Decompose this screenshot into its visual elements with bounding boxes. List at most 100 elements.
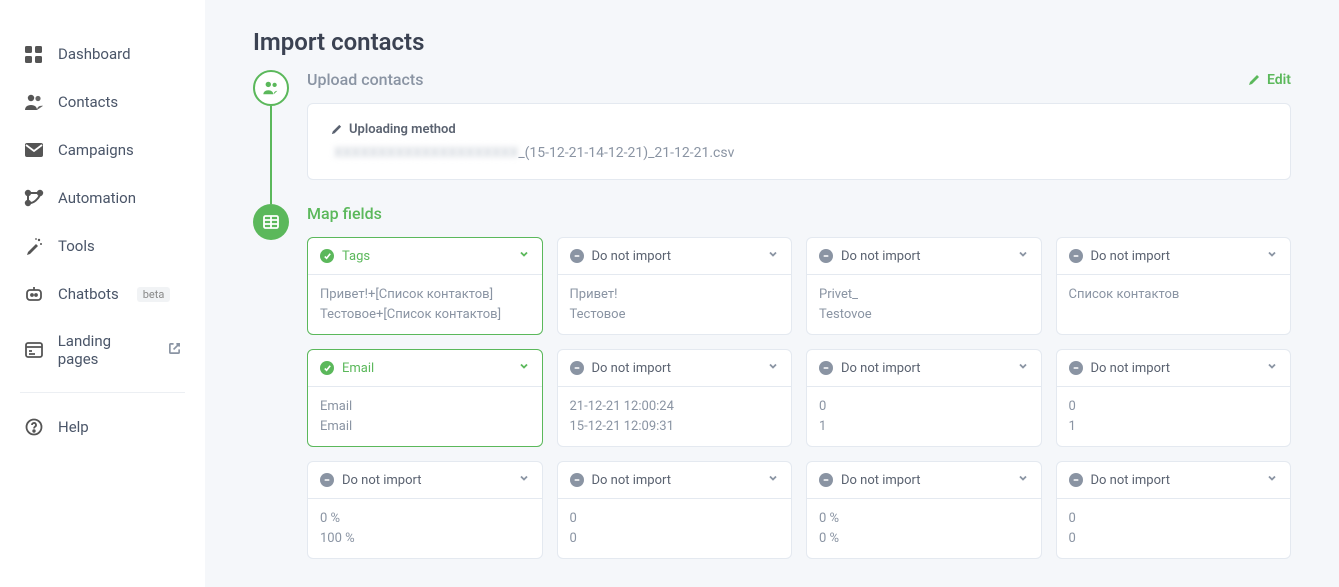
contacts-icon bbox=[24, 92, 44, 112]
field-column: Do not import 01 bbox=[806, 349, 1042, 447]
sidebar: Dashboard Contacts Campaigns Automation … bbox=[0, 0, 205, 587]
field-column: Do not import Privet_Testovoe bbox=[806, 237, 1042, 335]
sidebar-item-label: Dashboard bbox=[58, 45, 131, 63]
sidebar-item-dashboard[interactable]: Dashboard bbox=[0, 30, 205, 78]
field-column: Do not import 0 %0 % bbox=[806, 461, 1042, 559]
sidebar-item-campaigns[interactable]: Campaigns bbox=[0, 126, 205, 174]
chevron-down-icon bbox=[518, 472, 530, 488]
sidebar-separator bbox=[20, 392, 185, 393]
field-mapping-label: Do not import bbox=[841, 249, 921, 264]
main-content: Import contacts Upload contacts Edit Upl… bbox=[205, 0, 1339, 587]
chevron-down-icon bbox=[518, 360, 530, 376]
chevron-down-icon bbox=[1017, 360, 1029, 376]
chevron-down-icon bbox=[767, 248, 779, 264]
tools-icon bbox=[24, 236, 44, 256]
field-preview: 00 bbox=[558, 499, 792, 558]
chevron-down-icon bbox=[1266, 472, 1278, 488]
field-mapping-select[interactable]: Do not import bbox=[807, 350, 1041, 387]
sidebar-item-label: Tools bbox=[58, 237, 95, 255]
field-mapping-select[interactable]: Do not import bbox=[807, 238, 1041, 275]
do-not-import-icon bbox=[570, 473, 584, 487]
field-column: Do not import00 bbox=[1056, 461, 1292, 559]
field-preview: 21-12-21 12:00:2415-12-21 12:09:31 bbox=[558, 387, 792, 446]
field-column: Do not import 0 %100 % bbox=[307, 461, 543, 559]
chevron-down-icon bbox=[1266, 360, 1278, 376]
sidebar-item-landing-pages[interactable]: Landing pages bbox=[0, 318, 205, 382]
sidebar-item-tools[interactable]: Tools bbox=[0, 222, 205, 270]
chatbots-icon bbox=[24, 284, 44, 304]
step-map-indicator bbox=[253, 204, 289, 240]
sidebar-item-label: Landing pages bbox=[58, 332, 154, 368]
check-icon bbox=[320, 361, 334, 375]
do-not-import-icon bbox=[1069, 361, 1083, 375]
do-not-import-icon bbox=[819, 361, 833, 375]
field-mapping-label: Do not import bbox=[592, 473, 672, 488]
chevron-down-icon bbox=[1017, 248, 1029, 264]
field-mapping-select[interactable]: Tags bbox=[308, 238, 542, 275]
step-upload-indicator bbox=[253, 70, 289, 106]
do-not-import-icon bbox=[1069, 249, 1083, 263]
pencil-icon bbox=[330, 123, 343, 136]
edit-upload-button[interactable]: Edit bbox=[1247, 72, 1291, 88]
do-not-import-icon bbox=[819, 473, 833, 487]
field-mapping-select[interactable]: Do not import bbox=[1057, 238, 1291, 275]
field-column: EmailEmailEmail bbox=[307, 349, 543, 447]
sidebar-item-automation[interactable]: Automation bbox=[0, 174, 205, 222]
field-column: TagsПривет!+[Список контактов]Тестовое+[… bbox=[307, 237, 543, 335]
field-mapping-label: Do not import bbox=[841, 473, 921, 488]
pencil-icon bbox=[1247, 73, 1261, 87]
map-fields-grid: TagsПривет!+[Список контактов]Тестовое+[… bbox=[307, 237, 1291, 559]
import-flow: Upload contacts Edit Uploading method XX… bbox=[253, 70, 1291, 559]
uploading-method-label: Uploading method bbox=[330, 122, 1268, 137]
do-not-import-icon bbox=[570, 249, 584, 263]
edit-label: Edit bbox=[1267, 72, 1291, 88]
field-preview: Privet_Testovoe bbox=[807, 275, 1041, 334]
chevron-down-icon bbox=[518, 248, 530, 264]
field-mapping-label: Do not import bbox=[841, 361, 921, 376]
sidebar-item-label: Contacts bbox=[58, 93, 118, 111]
do-not-import-icon bbox=[320, 473, 334, 487]
upload-method-box: Uploading method XXXXXXXXXXXXXXXXXXXXX_(… bbox=[307, 103, 1291, 180]
sidebar-item-label: Help bbox=[58, 418, 89, 436]
check-icon bbox=[320, 249, 334, 263]
dashboard-icon bbox=[24, 44, 44, 64]
chevron-down-icon bbox=[1017, 472, 1029, 488]
field-preview: 01 bbox=[807, 387, 1041, 446]
automation-icon bbox=[24, 188, 44, 208]
table-icon bbox=[262, 213, 280, 231]
chevron-down-icon bbox=[767, 472, 779, 488]
chevron-down-icon bbox=[1266, 248, 1278, 264]
field-mapping-label: Do not import bbox=[592, 249, 672, 264]
chevron-down-icon bbox=[767, 360, 779, 376]
do-not-import-icon bbox=[819, 249, 833, 263]
field-mapping-label: Do not import bbox=[1091, 361, 1171, 376]
field-mapping-label: Do not import bbox=[342, 473, 422, 488]
sidebar-item-chatbots[interactable]: Chatbots beta bbox=[0, 270, 205, 318]
page-title: Import contacts bbox=[253, 28, 1291, 56]
field-mapping-select[interactable]: Email bbox=[308, 350, 542, 387]
sidebar-item-contacts[interactable]: Contacts bbox=[0, 78, 205, 126]
field-column: Do not importПривет!Тестовое bbox=[557, 237, 793, 335]
field-mapping-select[interactable]: Do not import bbox=[558, 238, 792, 275]
uploaded-filename: XXXXXXXXXXXXXXXXXXXXX_(15-12-21-14-12-21… bbox=[330, 145, 1268, 161]
field-mapping-select[interactable]: Do not import bbox=[807, 462, 1041, 499]
field-preview: EmailEmail bbox=[308, 387, 542, 446]
step-map-fields: Map fields TagsПривет!+[Список контактов… bbox=[253, 204, 1291, 559]
field-mapping-label: Do not import bbox=[1091, 473, 1171, 488]
field-preview: 0 %0 % bbox=[807, 499, 1041, 558]
sidebar-item-label: Automation bbox=[58, 189, 136, 207]
sidebar-item-help[interactable]: Help bbox=[0, 403, 205, 451]
external-link-icon bbox=[168, 342, 181, 359]
field-preview: 0 %100 % bbox=[308, 499, 542, 558]
field-mapping-select[interactable]: Do not import bbox=[558, 462, 792, 499]
field-mapping-select[interactable]: Do not import bbox=[308, 462, 542, 499]
step-map-title: Map fields bbox=[307, 204, 382, 223]
users-icon bbox=[262, 79, 280, 97]
field-mapping-select[interactable]: Do not import bbox=[1057, 350, 1291, 387]
field-mapping-select[interactable]: Do not import bbox=[1057, 462, 1291, 499]
field-mapping-label: Email bbox=[342, 361, 374, 376]
do-not-import-icon bbox=[570, 361, 584, 375]
field-preview: Привет!+[Список контактов]Тестовое+[Спис… bbox=[308, 275, 542, 334]
field-mapping-select[interactable]: Do not import bbox=[558, 350, 792, 387]
step-upload-contacts: Upload contacts Edit Uploading method XX… bbox=[253, 70, 1291, 180]
